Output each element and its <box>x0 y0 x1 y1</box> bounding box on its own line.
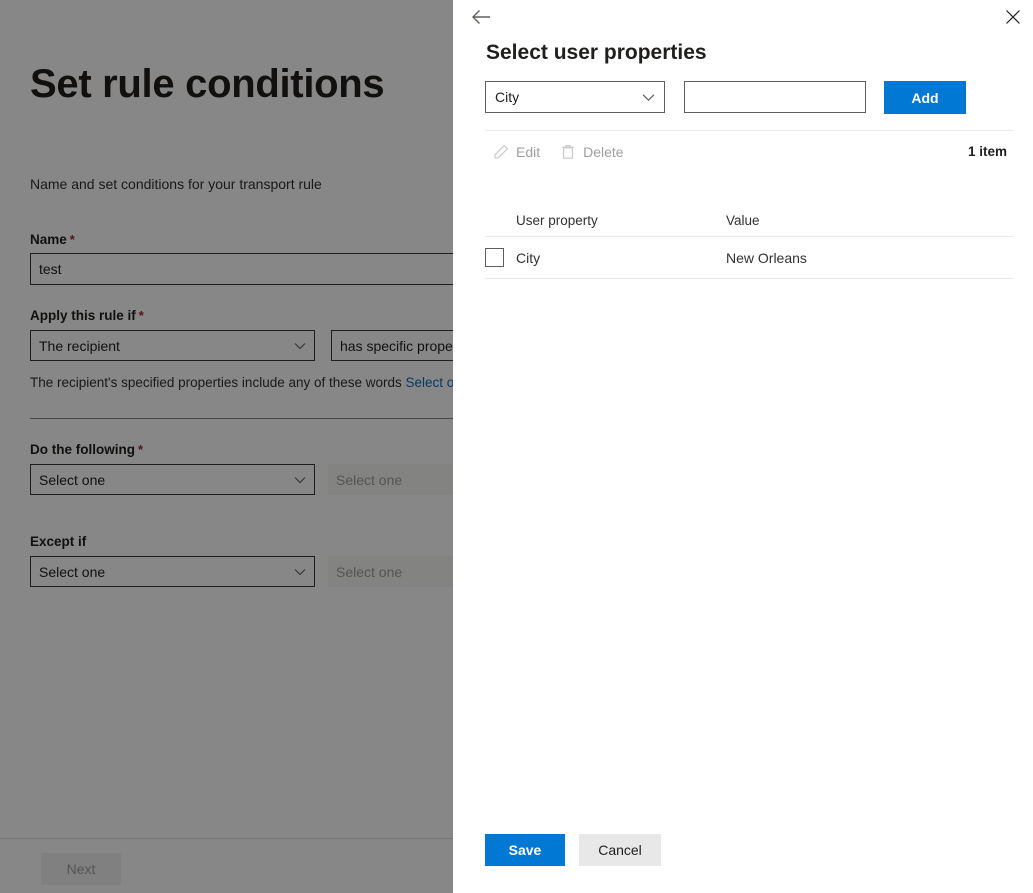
condition-hint-text: The recipient's specified properties inc… <box>30 375 406 390</box>
page-title: Set rule conditions <box>30 62 384 107</box>
do-condition-value: Select one <box>39 472 288 488</box>
chevron-down-icon <box>294 474 306 486</box>
apply-rule-label-text: Apply this rule if <box>30 308 136 323</box>
table-row[interactable]: City New Orleans <box>485 237 1013 279</box>
page-subtitle: Name and set conditions for your transpo… <box>30 176 322 192</box>
cancel-button[interactable]: Cancel <box>579 834 661 866</box>
apply-condition-value: The recipient <box>39 338 288 354</box>
row-user-property: City <box>516 250 726 266</box>
apply-rule-label: Apply this rule if* <box>30 308 144 323</box>
command-bar: Edit Delete 1 item <box>485 130 1013 172</box>
row-value: New Orleans <box>726 250 1013 266</box>
save-button[interactable]: Save <box>485 834 565 866</box>
item-count: 1 item <box>968 144 1013 159</box>
next-button[interactable]: Next <box>41 853 121 885</box>
name-label-text: Name <box>30 232 67 247</box>
delete-button-label: Delete <box>583 144 623 160</box>
do-following-label: Do the following* <box>30 442 143 457</box>
panel-footer: Save Cancel <box>453 807 1033 893</box>
panel-title: Select user properties <box>486 41 707 65</box>
header-value: Value <box>726 213 1013 228</box>
name-input[interactable]: test <box>30 253 500 285</box>
chevron-down-icon <box>294 566 306 578</box>
do-condition-dropdown[interactable]: Select one <box>30 464 315 495</box>
trash-icon <box>560 144 576 160</box>
user-property-dropdown[interactable]: City <box>485 81 665 113</box>
close-button[interactable] <box>998 3 1028 31</box>
back-button[interactable] <box>466 3 496 31</box>
close-icon <box>1005 9 1021 25</box>
add-button[interactable]: Add <box>884 81 966 114</box>
user-property-dropdown-value: City <box>495 89 642 105</box>
edit-button[interactable]: Edit <box>485 135 548 169</box>
chevron-down-icon <box>294 340 306 352</box>
apply-required-marker: * <box>139 308 144 323</box>
row-select-checkbox[interactable] <box>485 248 504 267</box>
do-required-marker: * <box>138 442 143 457</box>
arrow-left-icon <box>471 9 491 25</box>
section-divider <box>30 418 500 419</box>
except-if-label-text: Except if <box>30 534 86 549</box>
apply-condition-dropdown[interactable]: The recipient <box>30 330 315 361</box>
except-condition-dropdown[interactable]: Select one <box>30 556 315 587</box>
name-required-marker: * <box>70 232 75 247</box>
chevron-down-icon <box>642 91 655 104</box>
delete-button[interactable]: Delete <box>552 135 631 169</box>
edit-button-label: Edit <box>516 144 540 160</box>
name-field-label: Name* <box>30 232 75 247</box>
property-value-input[interactable] <box>684 81 866 113</box>
do-following-label-text: Do the following <box>30 442 135 457</box>
condition-hint: The recipient's specified properties inc… <box>30 375 469 390</box>
except-condition-value: Select one <box>39 564 288 580</box>
pencil-icon <box>493 144 509 160</box>
row-checkbox-cell <box>485 248 516 267</box>
header-user-property: User property <box>516 213 726 228</box>
name-input-value: test <box>39 261 62 277</box>
footer-divider <box>0 838 453 839</box>
user-properties-table: User property Value City New Orleans <box>485 205 1013 279</box>
table-header-row: User property Value <box>485 205 1013 237</box>
select-user-properties-panel: Select user properties City Add Edit Del… <box>453 0 1033 893</box>
except-if-label: Except if <box>30 534 86 549</box>
